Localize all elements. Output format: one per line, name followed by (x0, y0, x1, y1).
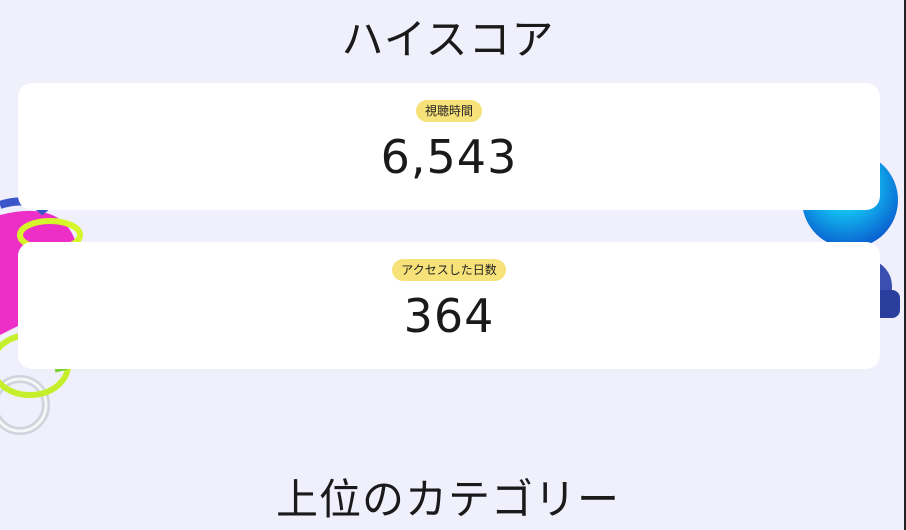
days-accessed-badge: アクセスした日数 (392, 259, 506, 281)
days-accessed-card: アクセスした日数 364 (18, 242, 880, 369)
high-score-title: ハイスコア (341, 15, 555, 64)
watch-time-card: 視聴時間 6,543 (18, 83, 880, 210)
watch-time-value: 6,543 (380, 130, 518, 184)
watch-time-badge: 視聴時間 (415, 100, 482, 122)
days-accessed-value: 364 (403, 289, 495, 343)
top-categories-title: 上位のカテゴリー (275, 475, 620, 524)
